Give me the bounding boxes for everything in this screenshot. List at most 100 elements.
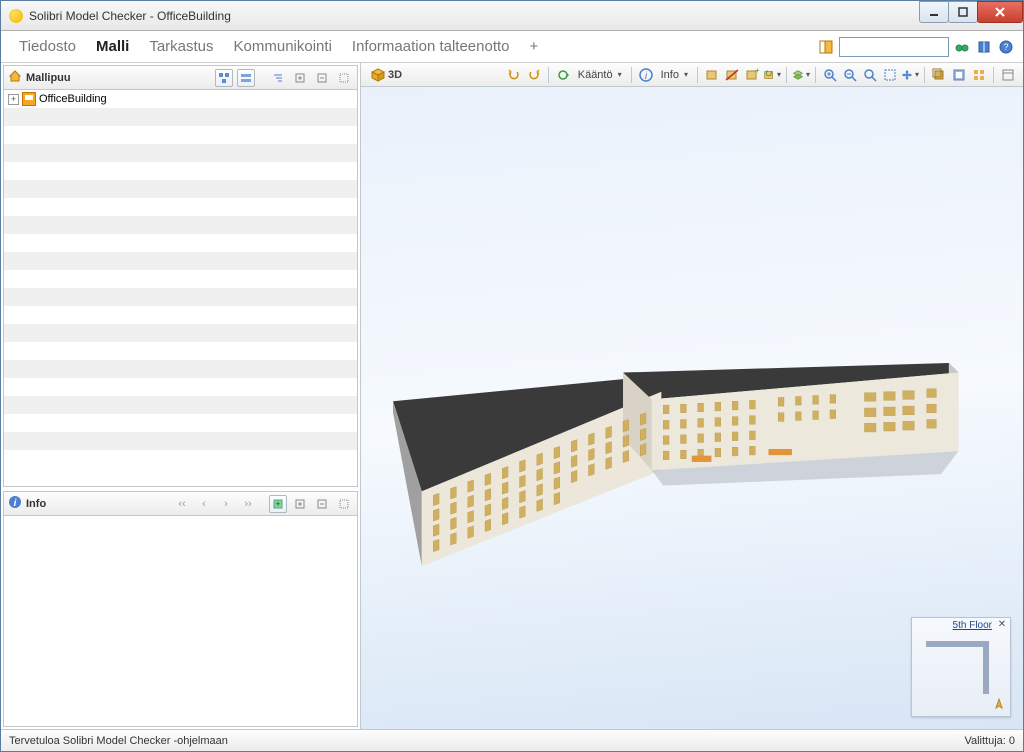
nav-prev-icon[interactable]: ‹	[195, 495, 213, 513]
collapse-icon[interactable]	[313, 69, 331, 87]
tree-root-row[interactable]: + OfficeBuilding	[4, 90, 357, 108]
compass-icon	[992, 698, 1006, 712]
box-icon[interactable]	[703, 66, 721, 84]
zoom-area-icon[interactable]	[881, 66, 899, 84]
add-view-icon[interactable]: +	[269, 495, 287, 513]
info-panel-title: Info	[26, 498, 46, 510]
model-tree-panel: Mallipuu + OfficeBuilding	[3, 65, 358, 487]
expand-icon[interactable]	[291, 69, 309, 87]
titlebar: Solibri Model Checker - OfficeBuilding	[1, 1, 1023, 31]
info-win-icon[interactable]	[335, 495, 353, 513]
tree-empty-row	[4, 162, 357, 180]
info-dropdown[interactable]: Info	[657, 69, 692, 81]
book-icon[interactable]	[975, 38, 993, 56]
clip-icon[interactable]	[930, 66, 948, 84]
3d-scene[interactable]: 5th Floor ✕	[361, 87, 1023, 729]
tree-empty-row	[4, 198, 357, 216]
nav-first-icon[interactable]: ‹‹	[173, 495, 191, 513]
tree-empty-row	[4, 414, 357, 432]
status-left: Tervetuloa Solibri Model Checker -ohjelm…	[9, 735, 228, 747]
app-window: Solibri Model Checker - OfficeBuilding T…	[0, 0, 1024, 752]
close-button[interactable]	[977, 1, 1023, 23]
rotate-icon[interactable]	[554, 66, 572, 84]
cube-icon	[371, 68, 385, 82]
box-plus-icon[interactable]: +	[743, 66, 761, 84]
svg-text:?: ?	[1003, 42, 1008, 52]
content-area: Mallipuu + OfficeBuilding	[1, 63, 1023, 729]
tree-layers-icon[interactable]	[237, 69, 255, 87]
tree-empty-row	[4, 342, 357, 360]
menu-malli[interactable]: Malli	[86, 34, 139, 59]
zoom-fit-icon[interactable]	[861, 66, 879, 84]
svg-text:i: i	[14, 498, 17, 509]
menu-add-tab[interactable]: +	[520, 34, 549, 59]
panel-icon[interactable]	[999, 66, 1017, 84]
menu-tiedosto[interactable]: Tiedosto	[9, 34, 86, 59]
search-input[interactable]	[839, 37, 949, 57]
model-tree-title: Mallipuu	[26, 72, 71, 84]
grid-icon[interactable]	[970, 66, 988, 84]
info-button-icon[interactable]: i	[637, 66, 655, 84]
menu-kommunikointi[interactable]: Kommunikointi	[224, 34, 342, 59]
menubar: Tiedosto Malli Tarkastus Kommunikointi I…	[1, 31, 1023, 63]
status-right-value: 0	[1009, 735, 1015, 747]
model-icon	[22, 92, 36, 106]
info-panel-body	[4, 516, 357, 726]
model-tree-body: + OfficeBuilding	[4, 90, 357, 486]
minimize-button[interactable]	[919, 1, 949, 23]
tree-empty-row	[4, 144, 357, 162]
minimap-title[interactable]: 5th Floor	[953, 620, 992, 631]
panel-win-icon[interactable]	[335, 69, 353, 87]
menu-informaation[interactable]: Informaation talteenotto	[342, 34, 520, 59]
sidebar: Mallipuu + OfficeBuilding	[1, 63, 361, 729]
box-refresh-icon[interactable]	[763, 66, 781, 84]
status-right-label: Valittuja:	[964, 735, 1005, 747]
tree-root-label: OfficeBuilding	[39, 93, 107, 105]
redo-icon[interactable]	[525, 66, 543, 84]
statusbar: Tervetuloa Solibri Model Checker -ohjelm…	[1, 729, 1023, 751]
info-panel-header: i Info ‹‹ ‹ › ›› +	[4, 492, 357, 516]
minimap-plan	[922, 640, 994, 702]
minimap[interactable]: 5th Floor ✕	[911, 617, 1011, 717]
tree-empty-row	[4, 360, 357, 378]
section-icon[interactable]	[950, 66, 968, 84]
binoculars-icon[interactable]	[953, 38, 971, 56]
nav-last-icon[interactable]: ››	[239, 495, 257, 513]
menu-tarkastus[interactable]: Tarkastus	[139, 34, 223, 59]
tree-empty-row	[4, 126, 357, 144]
undo-icon[interactable]	[505, 66, 523, 84]
svg-text:+: +	[755, 68, 759, 75]
expander-icon[interactable]: +	[8, 94, 19, 105]
info-collapse-icon[interactable]	[313, 495, 331, 513]
info-icon: i	[8, 495, 22, 512]
tree-empty-row	[4, 252, 357, 270]
box-cut-icon[interactable]	[723, 66, 741, 84]
zoom-out-icon[interactable]	[841, 66, 859, 84]
tree-empty-row	[4, 306, 357, 324]
layout-icon[interactable]	[817, 38, 835, 56]
info-panel: i Info ‹‹ ‹ › ›› +	[3, 491, 358, 727]
help-icon[interactable]: ?	[997, 38, 1015, 56]
tree-empty-row	[4, 288, 357, 306]
indent-icon[interactable]	[269, 69, 287, 87]
tree-empty-row	[4, 180, 357, 198]
rotate-dropdown[interactable]: Kääntö	[574, 69, 626, 81]
tree-containment-icon[interactable]	[215, 69, 233, 87]
tree-empty-row	[4, 324, 357, 342]
zoom-in-icon[interactable]	[821, 66, 839, 84]
tree-empty-row	[4, 378, 357, 396]
model-tree-header: Mallipuu	[4, 66, 357, 90]
window-title: Solibri Model Checker - OfficeBuilding	[29, 9, 920, 23]
app-icon	[9, 9, 23, 23]
nav-next-icon[interactable]: ›	[217, 495, 235, 513]
stack-icon[interactable]	[792, 66, 810, 84]
maximize-button[interactable]	[948, 1, 978, 23]
svg-text:+: +	[275, 499, 280, 509]
pan-icon[interactable]	[901, 66, 919, 84]
tree-empty-row	[4, 216, 357, 234]
info-expand-icon[interactable]	[291, 495, 309, 513]
minimap-close-icon[interactable]: ✕	[996, 619, 1008, 631]
viewport-panel: 3D Kääntö i Info +	[361, 63, 1023, 729]
tree-empty-row	[4, 270, 357, 288]
tree-empty-row	[4, 234, 357, 252]
